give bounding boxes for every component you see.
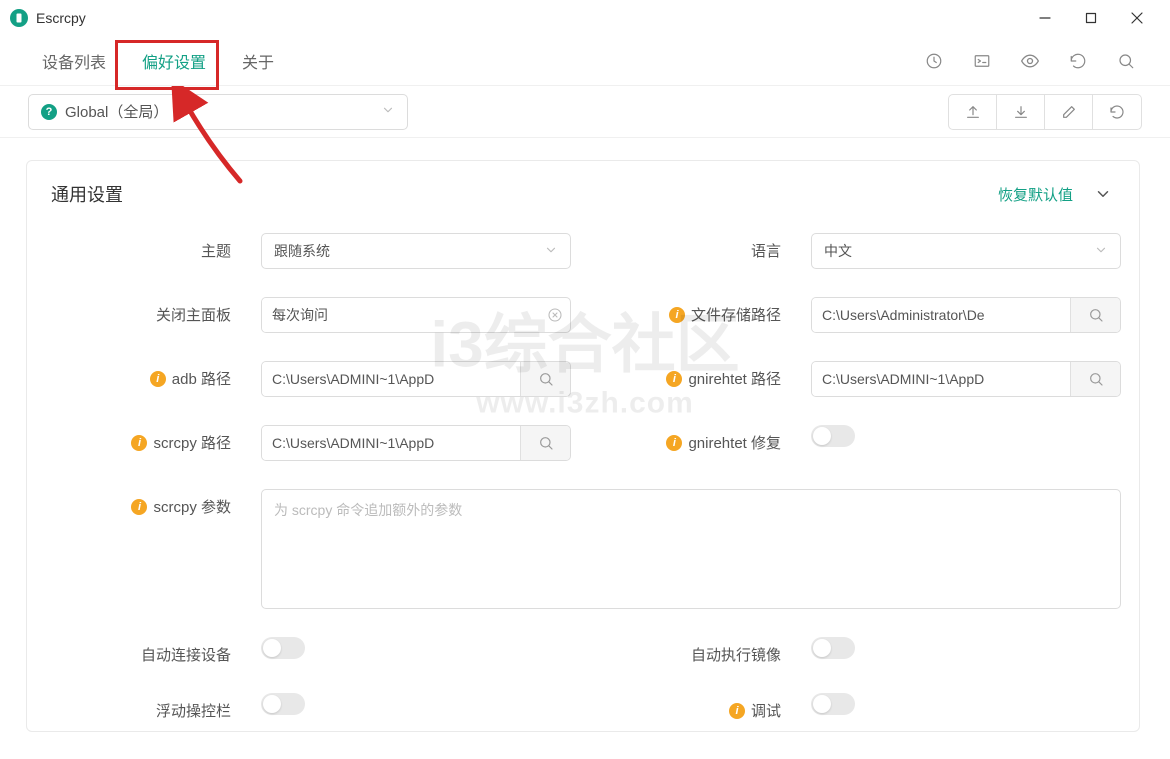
info-icon: i	[131, 499, 147, 515]
info-icon: i	[729, 703, 745, 719]
phone-icon	[13, 12, 25, 24]
debug-toggle[interactable]	[811, 693, 855, 715]
scrcpy-args-label: iscrcpy 参数	[51, 489, 231, 517]
scope-select[interactable]: ? Global（全局）	[28, 94, 408, 130]
app-icon	[10, 9, 28, 27]
edit-button[interactable]	[1045, 95, 1093, 129]
scrcpy-path-input-group	[261, 425, 571, 461]
general-section: 通用设置 恢复默认值 主题 跟随系统 语言 中文 关闭主面板	[26, 160, 1140, 732]
app-title: Escrcpy	[36, 10, 86, 26]
float-bar-toggle[interactable]	[261, 693, 305, 715]
chevron-down-icon	[544, 243, 558, 260]
collapse-icon[interactable]	[1091, 185, 1115, 203]
file-path-input[interactable]	[812, 298, 1070, 332]
float-bar-label: 浮动操控栏	[51, 693, 231, 721]
adb-path-input-group	[261, 361, 571, 397]
adb-path-input[interactable]	[262, 362, 520, 396]
auto-connect-toggle[interactable]	[261, 637, 305, 659]
chevron-down-icon	[1094, 243, 1108, 260]
tab-preferences[interactable]: 偏好设置	[124, 41, 224, 81]
clear-icon[interactable]	[540, 298, 570, 332]
form-grid: 主题 跟随系统 语言 中文 关闭主面板	[51, 233, 1115, 721]
browse-icon[interactable]	[1070, 362, 1120, 396]
theme-select[interactable]: 跟随系统	[261, 233, 571, 269]
gnirehtet-path-input[interactable]	[812, 362, 1070, 396]
import-button[interactable]	[997, 95, 1045, 129]
chevron-down-icon	[381, 103, 395, 120]
tab-devices[interactable]: 设备列表	[24, 41, 124, 81]
gnirehtet-path-input-group	[811, 361, 1121, 397]
reset-defaults-button[interactable]: 恢复默认值	[998, 184, 1073, 205]
export-button[interactable]	[949, 95, 997, 129]
refresh-icon[interactable]	[1068, 51, 1088, 71]
eye-icon[interactable]	[1020, 51, 1040, 71]
tabbar: 设备列表 偏好设置 关于	[0, 36, 1170, 86]
scrcpy-path-label: iscrcpy 路径	[51, 425, 231, 453]
scrcpy-args-textarea[interactable]	[261, 489, 1121, 609]
info-icon: i	[669, 307, 685, 323]
tab-about[interactable]: 关于	[224, 41, 292, 81]
browse-icon[interactable]	[1070, 298, 1120, 332]
question-icon: ?	[41, 104, 57, 120]
section-header: 通用设置 恢复默认值	[51, 181, 1115, 207]
close-panel-input[interactable]	[262, 298, 540, 332]
theme-label: 主题	[51, 233, 231, 261]
scrcpy-path-input[interactable]	[262, 426, 520, 460]
scope-actions	[948, 94, 1142, 130]
info-icon: i	[666, 435, 682, 451]
language-select[interactable]: 中文	[811, 233, 1121, 269]
browse-icon[interactable]	[520, 362, 570, 396]
toolbar-icons	[924, 51, 1146, 71]
debug-label: i调试	[601, 693, 781, 721]
titlebar: Escrcpy	[0, 0, 1170, 36]
gnirehtet-path-label: ignirehtet 路径	[601, 361, 781, 389]
close-panel-label: 关闭主面板	[51, 297, 231, 325]
auto-mirror-label: 自动执行镜像	[601, 637, 781, 665]
browse-icon[interactable]	[520, 426, 570, 460]
info-icon: i	[150, 371, 166, 387]
window-controls	[1022, 0, 1160, 36]
gnirehtet-fix-toggle[interactable]	[811, 425, 855, 447]
auto-connect-label: 自动连接设备	[51, 637, 231, 665]
auto-mirror-toggle[interactable]	[811, 637, 855, 659]
scopebar: ? Global（全局）	[0, 86, 1170, 138]
content-scroll[interactable]: 通用设置 恢复默认值 主题 跟随系统 语言 中文 关闭主面板	[0, 140, 1170, 759]
language-label: 语言	[601, 233, 781, 261]
scope-label: Global（全局）	[65, 101, 168, 122]
info-icon: i	[666, 371, 682, 387]
close-panel-select[interactable]	[261, 297, 571, 333]
gnirehtet-fix-label: ignirehtet 修复	[601, 425, 781, 453]
maximize-button[interactable]	[1068, 0, 1114, 36]
section-title: 通用设置	[51, 181, 123, 207]
minimize-button[interactable]	[1022, 0, 1068, 36]
search-icon[interactable]	[1116, 51, 1136, 71]
reload-button[interactable]	[1093, 95, 1141, 129]
history-icon[interactable]	[924, 51, 944, 71]
close-button[interactable]	[1114, 0, 1160, 36]
file-path-label: i文件存储路径	[601, 297, 781, 325]
adb-path-label: iadb 路径	[51, 361, 231, 389]
terminal-icon[interactable]	[972, 51, 992, 71]
file-path-input-group	[811, 297, 1121, 333]
info-icon: i	[131, 435, 147, 451]
